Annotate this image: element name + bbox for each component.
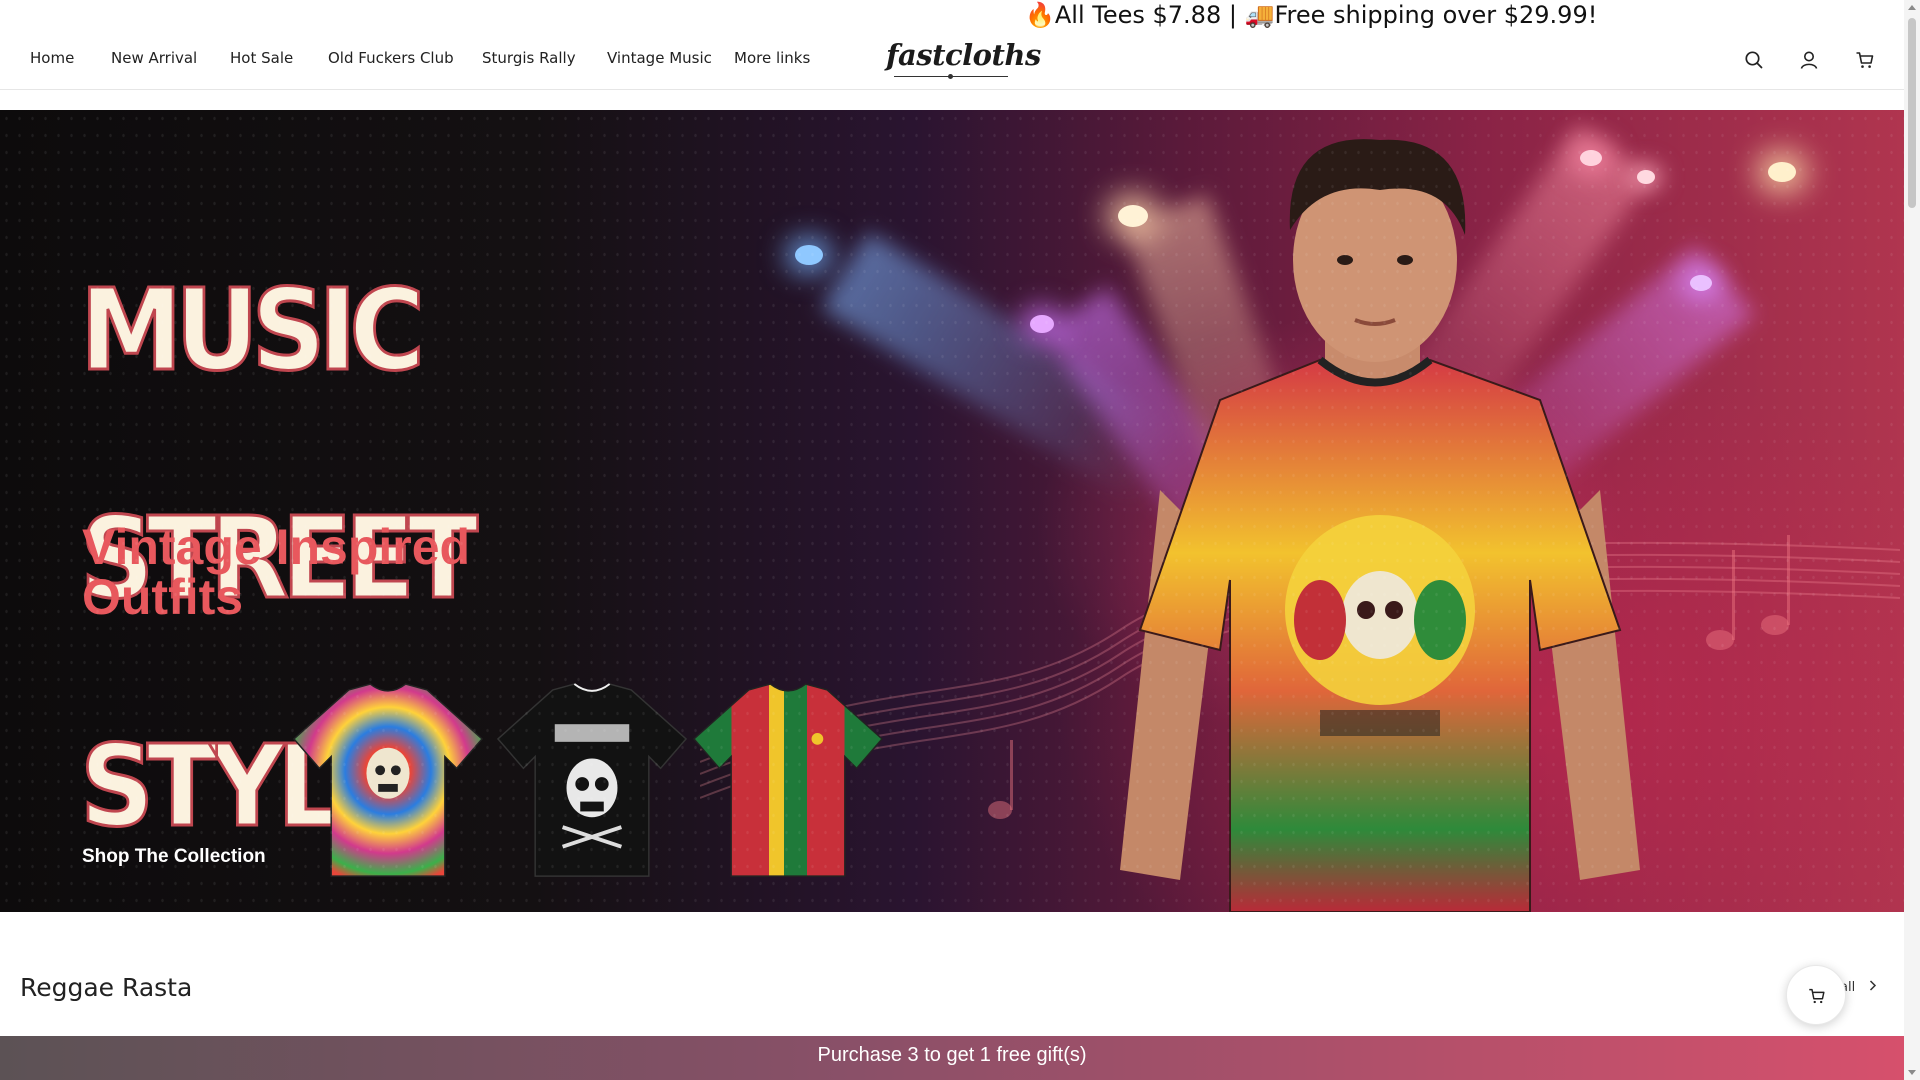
nav-old-fuckers-club[interactable]: Old Fuckers Club	[328, 49, 482, 67]
nav-sturgis-rally[interactable]: Sturgis Rally	[482, 49, 607, 67]
logo-text: fastcloths	[886, 38, 1041, 72]
tie-dye-tshirt-image	[292, 683, 484, 877]
hero-subtitle: Vintage Inspired Outfits	[82, 519, 471, 625]
nav-home[interactable]: Home	[30, 49, 111, 67]
page-scrollbar[interactable]	[1904, 0, 1920, 1080]
announcement-text: 🔥All Tees $7.88 | 🚚Free shipping over $2…	[1025, 1, 1598, 29]
site-logo[interactable]: fastcloths	[886, 36, 1041, 80]
rasta-stripe-tshirt-image	[692, 683, 884, 877]
search-icon[interactable]	[1743, 49, 1765, 71]
spotlight	[1768, 162, 1796, 182]
spotlight	[1030, 315, 1054, 333]
spotlight	[1690, 275, 1712, 291]
account-icon[interactable]	[1798, 49, 1820, 71]
chevron-right-icon	[1869, 980, 1877, 995]
promo-bar[interactable]: Purchase 3 to get 1 free gift(s)	[0, 1036, 1904, 1080]
nav-new-arrival[interactable]: New Arrival	[111, 49, 230, 67]
black-skull-tshirt-image	[496, 683, 688, 877]
cart-icon[interactable]	[1854, 49, 1876, 71]
cart-icon	[1809, 988, 1825, 1004]
announcement-bar: 🔥All Tees $7.88 | 🚚Free shipping over $2…	[0, 0, 1904, 30]
scrollbar-thumb[interactable]	[1908, 18, 1916, 208]
scroll-up-icon[interactable]	[1908, 5, 1916, 10]
shop-collection-link[interactable]: Shop The Collection	[82, 846, 266, 868]
model-photo	[1120, 139, 1640, 912]
site-header: Home New Arrival Hot Sale Old Fuckers Cl…	[0, 30, 1904, 90]
section-title: Reggae Rasta	[20, 973, 193, 1002]
nav-vintage-music[interactable]: Vintage Music	[607, 49, 734, 67]
hero-banner[interactable]: MUSIC STREET STYLE Vintage Inspired Outf…	[0, 110, 1904, 912]
hero-title-line: MUSIC	[79, 266, 427, 396]
spotlight	[795, 245, 823, 265]
logo-dot	[948, 74, 953, 79]
nav-more-links[interactable]: More links	[734, 49, 810, 67]
floating-cart-button[interactable]	[1786, 965, 1846, 1025]
scroll-down-icon[interactable]	[1908, 1070, 1916, 1075]
promo-text: Purchase 3 to get 1 free gift(s)	[817, 1044, 1087, 1066]
nav-hot-sale[interactable]: Hot Sale	[230, 49, 328, 67]
main-nav: Home New Arrival Hot Sale Old Fuckers Cl…	[30, 49, 810, 67]
